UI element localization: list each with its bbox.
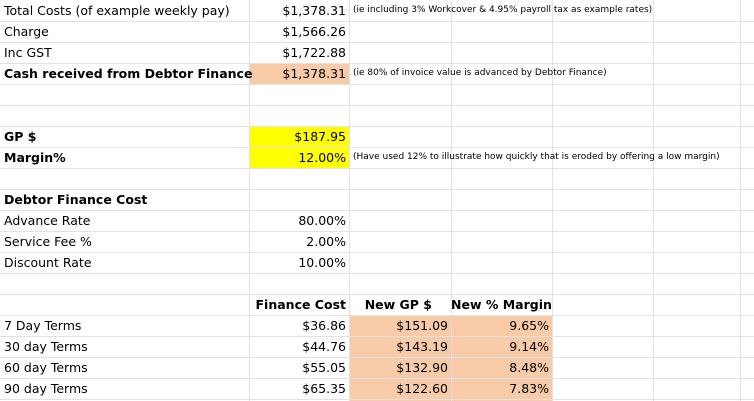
term-label[interactable]: 30 day Terms	[4, 336, 88, 357]
charge-label[interactable]: Charge	[4, 21, 49, 42]
margin-label[interactable]: Margin%	[4, 147, 66, 168]
spreadsheet-grid: Total Costs (of example weekly pay) $1,3…	[0, 0, 754, 401]
new-gp-header[interactable]: New GP $	[349, 294, 432, 315]
gridline	[0, 126, 754, 127]
gp-value[interactable]: $187.95	[250, 126, 346, 147]
gridline	[0, 231, 754, 232]
new-margin-header[interactable]: New % Margin	[451, 294, 552, 315]
gridline	[0, 210, 754, 211]
service-fee-label[interactable]: Service Fee %	[4, 231, 92, 252]
term-finance-cost[interactable]: $36.86	[250, 315, 346, 336]
total-costs-note[interactable]: (ie including 3% Workcover & 4.95% payro…	[353, 0, 652, 21]
term-finance-cost[interactable]: $55.05	[250, 357, 346, 378]
gridline	[552, 0, 553, 401]
gridline	[0, 252, 754, 253]
advance-rate-value[interactable]: 80.00%	[250, 210, 346, 231]
gridline	[0, 273, 754, 274]
discount-rate-label[interactable]: Discount Rate	[4, 252, 92, 273]
discount-rate-value[interactable]: 10.00%	[250, 252, 346, 273]
term-new-margin[interactable]: 9.14%	[451, 336, 549, 357]
cash-received-value[interactable]: $1,378.31	[250, 63, 346, 84]
gridline	[0, 84, 754, 85]
total-costs-value[interactable]: $1,378.31	[250, 0, 346, 21]
cash-received-label[interactable]: Cash received from Debtor Finance	[4, 63, 252, 84]
gridline	[0, 168, 754, 169]
inc-gst-label[interactable]: Inc GST	[4, 42, 52, 63]
charge-value[interactable]: $1,566.26	[250, 21, 346, 42]
service-fee-value[interactable]: 2.00%	[250, 231, 346, 252]
finance-cost-header[interactable]: Finance Cost	[250, 294, 346, 315]
gridline	[0, 21, 754, 22]
term-new-gp[interactable]: $122.60	[349, 378, 448, 399]
margin-note[interactable]: (Have used 12% to illustrate how quickly…	[353, 147, 720, 168]
advance-rate-label[interactable]: Advance Rate	[4, 210, 90, 231]
debtor-finance-cost-title[interactable]: Debtor Finance Cost	[4, 189, 147, 210]
term-label[interactable]: 90 day Terms	[4, 378, 88, 399]
term-new-gp[interactable]: $143.19	[349, 336, 448, 357]
total-costs-label[interactable]: Total Costs (of example weekly pay)	[4, 0, 230, 21]
term-new-margin[interactable]: 8.48%	[451, 357, 549, 378]
term-label[interactable]: 60 day Terms	[4, 357, 88, 378]
term-finance-cost[interactable]: $44.76	[250, 336, 346, 357]
gridline	[0, 42, 754, 43]
cash-received-note[interactable]: (ie 80% of invoice value is advanced by …	[353, 63, 607, 84]
term-new-gp[interactable]: $151.09	[349, 315, 448, 336]
gridline	[0, 105, 754, 106]
gp-label[interactable]: GP $	[4, 126, 36, 147]
margin-value[interactable]: 12.00%	[250, 147, 346, 168]
term-new-margin[interactable]: 9.65%	[451, 315, 549, 336]
gridline	[0, 399, 754, 400]
inc-gst-value[interactable]: $1,722.88	[250, 42, 346, 63]
term-finance-cost[interactable]: $65.35	[250, 378, 346, 399]
term-new-gp[interactable]: $132.90	[349, 357, 448, 378]
term-label[interactable]: 7 Day Terms	[4, 315, 81, 336]
gridline	[653, 0, 654, 401]
gridline	[740, 0, 741, 401]
term-new-margin[interactable]: 7.83%	[451, 378, 549, 399]
